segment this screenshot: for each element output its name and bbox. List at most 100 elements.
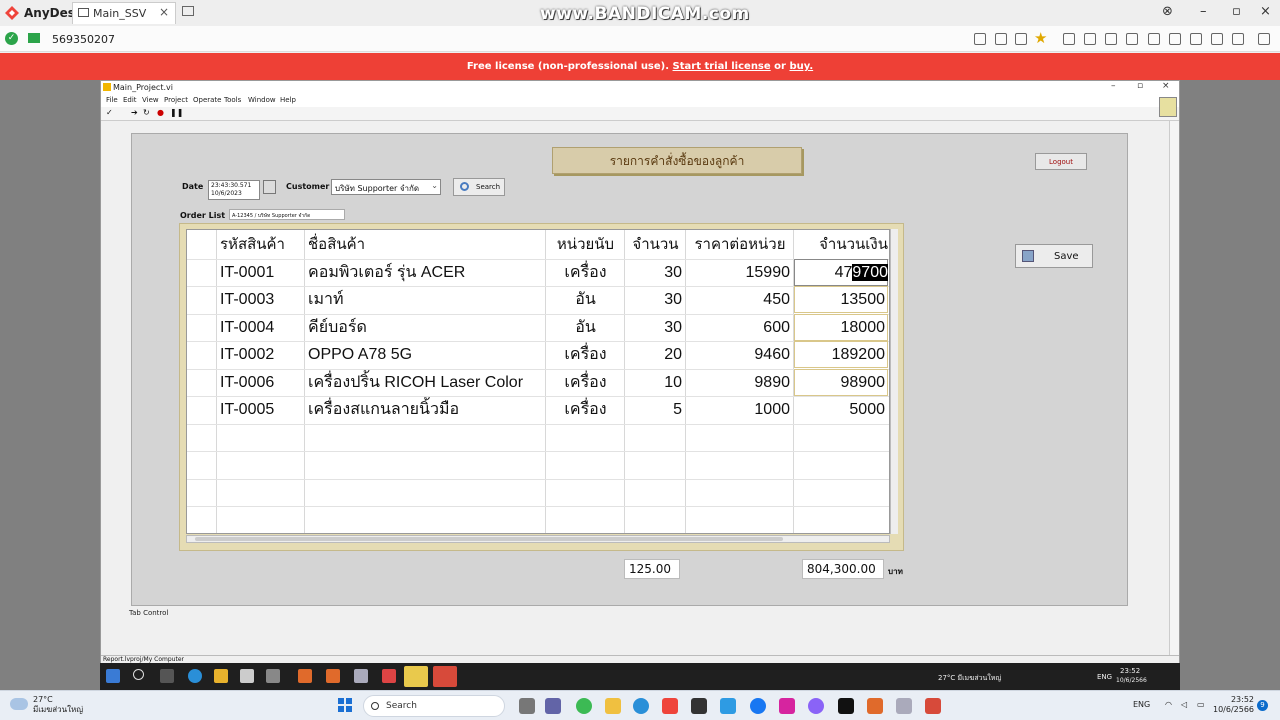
- menu-help[interactable]: Help: [280, 96, 296, 104]
- scroll-thumb[interactable]: [195, 537, 783, 541]
- cell-amount[interactable]: 5000: [794, 396, 885, 423]
- hourglass-icon[interactable]: [995, 33, 1007, 45]
- logout-button[interactable]: Logout: [1035, 153, 1087, 170]
- facebook-icon[interactable]: [750, 698, 766, 714]
- maximize-button[interactable]: ▫: [1232, 4, 1241, 19]
- cell-price[interactable]: 600: [686, 314, 790, 341]
- cell-amount[interactable]: 13500: [794, 286, 886, 313]
- calendar-icon[interactable]: [263, 180, 276, 194]
- cell-name[interactable]: คีย์บอร์ด: [308, 314, 544, 341]
- task-view-icon[interactable]: [160, 669, 174, 683]
- lv-maximize-button[interactable]: ▫: [1137, 81, 1143, 91]
- checkmark-icon[interactable]: ✓: [106, 108, 113, 117]
- table-vertical-scrollbar[interactable]: [890, 229, 898, 534]
- store-icon[interactable]: [691, 698, 707, 714]
- customer-select[interactable]: บริษัท Supporter จำกัด ⌄: [331, 179, 441, 195]
- cell-unit[interactable]: เครื่อง: [546, 259, 625, 286]
- abort-icon[interactable]: ●: [157, 108, 164, 117]
- more-menu-icon[interactable]: [1258, 33, 1270, 45]
- cell-amount-editing[interactable]: 479700: [794, 259, 888, 286]
- notification-badge[interactable]: 9: [1257, 700, 1268, 711]
- calculator-icon[interactable]: [354, 669, 368, 683]
- battery-icon[interactable]: ▭: [1197, 700, 1205, 709]
- cell-amount[interactable]: 189200: [794, 341, 885, 368]
- privacy-icon[interactable]: [1190, 33, 1202, 45]
- close-window-button[interactable]: ×: [1260, 4, 1271, 19]
- tools-icon[interactable]: [266, 669, 280, 683]
- cell-qty[interactable]: 10: [625, 369, 682, 396]
- cell-unit[interactable]: อัน: [546, 314, 625, 341]
- cell-price[interactable]: 450: [686, 286, 790, 313]
- labview-icon[interactable]: [867, 698, 883, 714]
- chat-bubble-icon[interactable]: [1126, 33, 1138, 45]
- windows-start-icon[interactable]: [338, 698, 352, 712]
- cell-price[interactable]: 9460: [686, 341, 790, 368]
- menu-tools[interactable]: Tools: [224, 96, 241, 104]
- tab-main-ssv[interactable]: Main_SSV ×: [72, 2, 176, 24]
- cell-name[interactable]: เครื่องปริ้น RICOH Laser Color: [308, 369, 544, 396]
- weather-widget[interactable]: 27°C มีเมฆส่วนใหญ่: [33, 695, 83, 715]
- cell-amount[interactable]: 98900: [794, 369, 886, 396]
- app-l-icon[interactable]: [720, 698, 736, 714]
- close-tab-icon[interactable]: ×: [159, 5, 169, 19]
- messenger-icon[interactable]: [808, 698, 824, 714]
- remote-lang[interactable]: ENG: [1097, 673, 1112, 681]
- teams-icon[interactable]: [545, 698, 561, 714]
- menu-icon[interactable]: ⊗: [1162, 4, 1173, 19]
- active-vi-icon[interactable]: [404, 666, 428, 687]
- edge-icon[interactable]: [633, 698, 649, 714]
- cell-code[interactable]: IT-0004: [220, 314, 304, 341]
- bandicam-icon[interactable]: [433, 666, 457, 687]
- search-icon[interactable]: [133, 669, 144, 680]
- new-session-icon[interactable]: [182, 6, 194, 16]
- instagram-icon[interactable]: [779, 698, 795, 714]
- menu-project[interactable]: Project: [164, 96, 188, 104]
- local-lang[interactable]: ENG: [1133, 700, 1150, 709]
- display-icon[interactable]: [1105, 33, 1117, 45]
- file-explorer-icon[interactable]: [605, 698, 621, 714]
- pen-icon[interactable]: [1232, 33, 1244, 45]
- cell-qty[interactable]: 30: [625, 259, 682, 286]
- cell-unit[interactable]: เครื่อง: [546, 396, 625, 423]
- volume-icon[interactable]: ◁: [1181, 700, 1187, 709]
- cell-unit[interactable]: เครื่อง: [546, 369, 625, 396]
- favorite-star-icon[interactable]: ★: [1034, 29, 1047, 47]
- cell-qty[interactable]: 20: [625, 341, 682, 368]
- cell-amount[interactable]: 18000: [794, 314, 886, 341]
- menu-window[interactable]: Window: [248, 96, 276, 104]
- menu-operate[interactable]: Operate: [193, 96, 221, 104]
- cell-code[interactable]: IT-0003: [220, 286, 304, 313]
- file-explorer-icon[interactable]: [214, 669, 228, 683]
- edge-icon[interactable]: [188, 669, 202, 683]
- chrome-icon[interactable]: [576, 698, 592, 714]
- taskbar-clock[interactable]: 23:52 10/6/2566: [1213, 695, 1254, 715]
- cell-name[interactable]: เมาท์: [308, 286, 544, 313]
- store-icon[interactable]: [240, 669, 254, 683]
- cell-qty[interactable]: 30: [625, 314, 682, 341]
- bandicam-icon[interactable]: [925, 698, 941, 714]
- run-arrow-icon[interactable]: ➔: [131, 108, 138, 117]
- run-continuous-icon[interactable]: ↻: [143, 108, 150, 117]
- date-input[interactable]: 23:43:30.571 10/6/2023: [208, 180, 260, 200]
- file-transfer-icon[interactable]: [1063, 33, 1075, 45]
- task-view-icon[interactable]: [519, 698, 535, 714]
- windows-start-icon[interactable]: [106, 669, 120, 683]
- start-trial-link[interactable]: Start trial license: [673, 61, 771, 72]
- lv-close-button[interactable]: ×: [1162, 81, 1170, 91]
- keyboard-icon[interactable]: [1169, 33, 1181, 45]
- cell-qty[interactable]: 5: [625, 396, 682, 423]
- buy-link[interactable]: buy.: [789, 61, 813, 72]
- labview-icon[interactable]: [298, 669, 312, 683]
- window-vertical-scrollbar[interactable]: [1169, 121, 1179, 655]
- database-icon[interactable]: [1015, 33, 1027, 45]
- wifi-icon[interactable]: ◠: [1165, 700, 1172, 709]
- chat-icon[interactable]: [974, 33, 986, 45]
- app-icon[interactable]: [382, 669, 396, 683]
- lv-minimize-button[interactable]: –: [1111, 81, 1116, 91]
- cell-price[interactable]: 1000: [686, 396, 790, 423]
- actions-icon[interactable]: [1084, 33, 1096, 45]
- minimize-button[interactable]: –: [1200, 4, 1207, 19]
- cell-code[interactable]: IT-0001: [220, 259, 304, 286]
- cell-name[interactable]: คอมพิวเตอร์ รุ่น ACER: [308, 259, 544, 286]
- table-horizontal-scrollbar[interactable]: [186, 535, 890, 543]
